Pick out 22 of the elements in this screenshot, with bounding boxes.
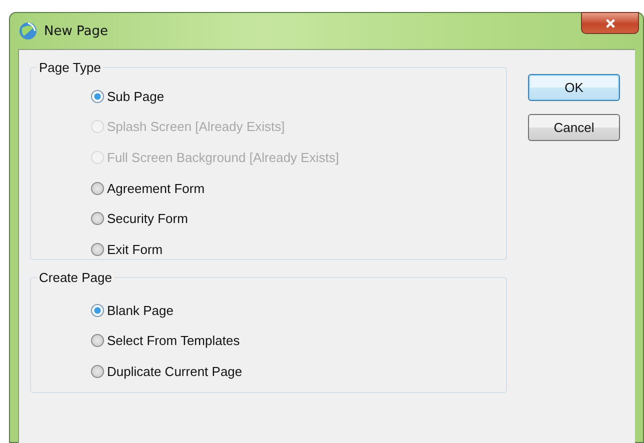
option-label[interactable]: Duplicate Current Page bbox=[107, 364, 242, 379]
radio-button[interactable] bbox=[91, 304, 104, 317]
option-label[interactable]: Exit Form bbox=[107, 242, 163, 257]
radio-button[interactable] bbox=[91, 364, 104, 378]
window-title: New Page bbox=[44, 24, 108, 38]
radio-button[interactable] bbox=[91, 334, 104, 348]
close-button[interactable] bbox=[581, 12, 639, 34]
radio-button[interactable] bbox=[91, 242, 104, 256]
group-title: Create Page bbox=[38, 270, 113, 285]
option-label[interactable]: Select From Templates bbox=[107, 333, 240, 348]
option-label[interactable]: Blank Page bbox=[107, 302, 174, 318]
option-label[interactable]: Sub Page bbox=[107, 88, 164, 104]
dialog-button[interactable]: Cancel bbox=[528, 114, 620, 141]
radio-button[interactable] bbox=[91, 90, 104, 103]
option-label[interactable]: Agreement Form bbox=[107, 180, 205, 196]
option-label[interactable]: Security Form bbox=[107, 211, 188, 226]
group-title: Page Type bbox=[38, 60, 102, 75]
globe-icon bbox=[18, 21, 38, 41]
close-icon bbox=[604, 18, 616, 28]
dialog-button[interactable]: OK bbox=[528, 74, 620, 101]
radio-button[interactable] bbox=[91, 182, 104, 195]
radio-button[interactable] bbox=[91, 212, 104, 226]
